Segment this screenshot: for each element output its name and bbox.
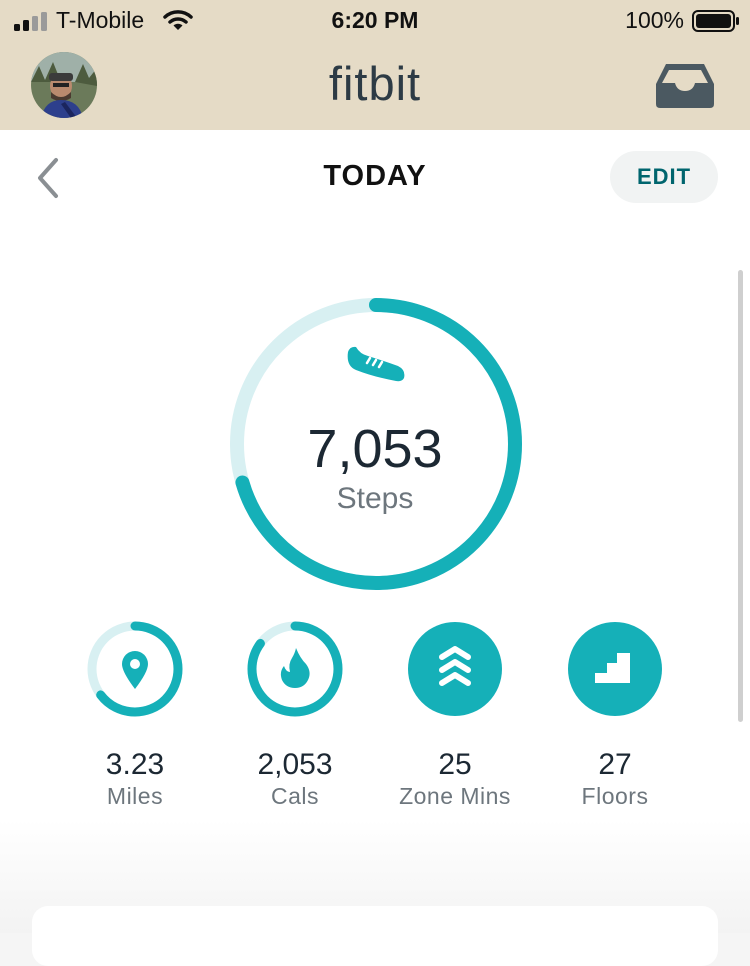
next-card[interactable] — [32, 906, 718, 966]
stat-miles[interactable]: 3.23 Miles — [55, 620, 215, 810]
location-pin-icon — [122, 651, 148, 689]
inbox-tray-icon[interactable] — [654, 62, 716, 110]
floors-value: 27 — [598, 748, 632, 781]
stat-floors[interactable]: 27 Floors — [535, 620, 695, 810]
status-bar: T-Mobile 6:20 PM 100% — [0, 0, 750, 40]
calories-value: 2,053 — [257, 748, 333, 781]
battery-percent: 100% — [625, 7, 684, 33]
edit-button[interactable]: EDIT — [610, 151, 718, 203]
floors-label: Floors — [581, 783, 649, 809]
floors-badge — [568, 622, 662, 716]
flame-icon — [280, 648, 310, 688]
app-header: T-Mobile 6:20 PM 100% fitbit — [0, 0, 750, 130]
zone-minutes-badge — [408, 622, 502, 716]
miles-label: Miles — [106, 783, 164, 809]
miles-progress-ring — [87, 621, 183, 717]
today-dashboard: TODAY EDIT 7,053 Steps 3.23 Miles 2,053 … — [0, 130, 750, 966]
stat-calories[interactable]: 2,053 Cals — [215, 620, 375, 810]
zone-minutes-label: Zone Mins — [399, 783, 511, 809]
miles-value: 3.23 — [105, 748, 165, 781]
stat-zone-minutes[interactable]: 25 Zone Mins — [375, 620, 535, 810]
fitbit-logo: fitbit — [328, 57, 422, 110]
steps-count: 7,053 — [307, 419, 443, 479]
calories-progress-ring — [247, 621, 343, 717]
battery-icon — [692, 10, 739, 32]
zone-minutes-value: 25 — [438, 748, 472, 781]
calories-label: Cals — [270, 783, 319, 809]
steps-label: Steps — [336, 482, 414, 515]
shoe-icon — [347, 346, 405, 382]
